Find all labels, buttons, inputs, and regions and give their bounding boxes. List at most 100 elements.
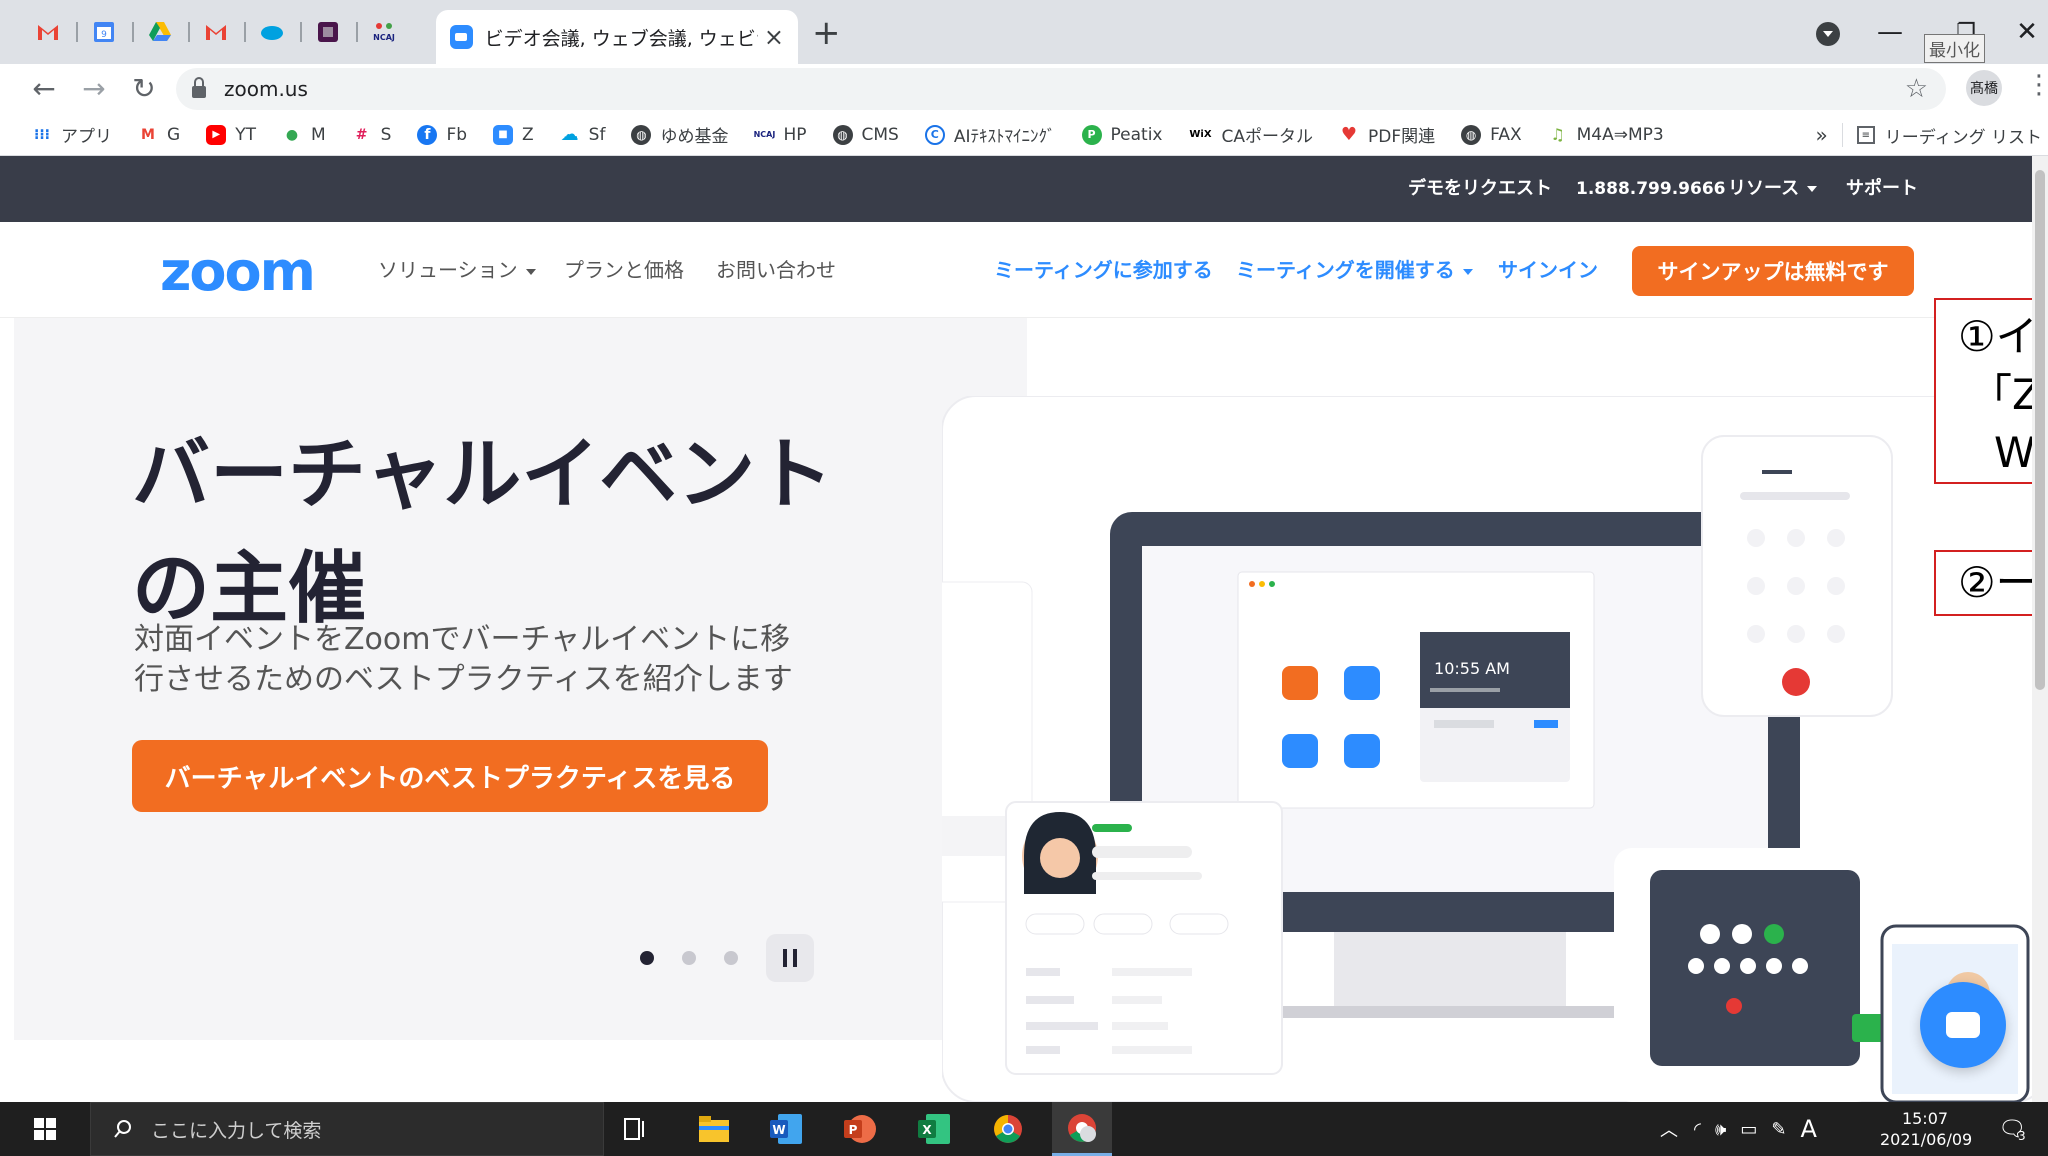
carousel-dot-active[interactable] bbox=[640, 951, 654, 965]
bookmark-item[interactable]: ▶ YT bbox=[206, 124, 256, 145]
start-button[interactable] bbox=[0, 1102, 90, 1156]
bookmark-item[interactable]: ◍ CMS bbox=[832, 124, 899, 145]
apps-icon: ⁝⁝⁝ bbox=[34, 126, 50, 143]
taskbar-search-box[interactable]: ここに入力して検索 bbox=[90, 1102, 604, 1156]
taskbar-excel[interactable]: X bbox=[904, 1102, 964, 1156]
bookmark-item[interactable]: C AIﾃｷｽﾄﾏｲﾆﾝｸﾞ bbox=[924, 122, 1056, 147]
sign-up-free-button[interactable]: サインアップは無料です bbox=[1632, 246, 1914, 296]
bookmarks-divider bbox=[1841, 123, 1843, 147]
svg-text:9: 9 bbox=[101, 30, 107, 40]
address-bar[interactable]: zoom.us ☆ bbox=[176, 68, 1946, 110]
gmail-icon bbox=[38, 25, 58, 40]
phone-number-link[interactable]: 1.888.799.9666 bbox=[1576, 156, 1726, 222]
reload-button[interactable]: ↻ bbox=[124, 68, 164, 108]
ncaj-icon: NCAJ bbox=[753, 130, 776, 139]
chevron-up-icon[interactable]: ︿ bbox=[1660, 1116, 1678, 1142]
carousel-dot[interactable] bbox=[682, 951, 696, 965]
taskbar-clock[interactable]: 15:07 2021/06/09 bbox=[1880, 1108, 1972, 1150]
task-view-button[interactable] bbox=[606, 1102, 666, 1156]
wifi-icon[interactable]: ◜ bbox=[1694, 1119, 1701, 1140]
carousel-pause-button[interactable] bbox=[766, 934, 814, 982]
bookmarks-bar: ⁝⁝⁝ アプリ MG ▶ YT ● M # S f Fb ■ Z ☁ Sf ◍ ゆめ基金 NCA… bbox=[0, 114, 2048, 156]
taskbar-word[interactable]: W bbox=[756, 1102, 816, 1156]
bookmarks-overflow: » ≡ リーディング リスト bbox=[1816, 114, 2048, 156]
sign-in-link[interactable]: サインイン bbox=[1498, 222, 1598, 318]
join-meeting-link[interactable]: ミーティングに参加する bbox=[994, 222, 1213, 318]
more-bookmarks-button[interactable]: » bbox=[1816, 123, 1828, 147]
host-meeting-label: ミーティングを開催する bbox=[1236, 258, 1455, 282]
ai-icon: C bbox=[924, 124, 945, 145]
new-tab-button[interactable]: + bbox=[812, 16, 841, 50]
heart-icon: ♥ bbox=[1340, 124, 1358, 145]
contact-link[interactable]: お問い合わせ bbox=[716, 222, 836, 318]
host-meeting-menu[interactable]: ミーティングを開催する bbox=[1236, 222, 1473, 318]
close-tab-icon[interactable]: × bbox=[764, 23, 784, 51]
ime-indicator[interactable]: A bbox=[1800, 1115, 1816, 1143]
reading-list-button[interactable]: リーディング リスト bbox=[1885, 123, 2042, 148]
bookmark-item[interactable]: f Fb bbox=[417, 124, 467, 145]
resources-menu[interactable]: リソース bbox=[1728, 156, 1818, 222]
support-link[interactable]: サポート bbox=[1846, 156, 1918, 222]
slack-icon: # bbox=[355, 126, 368, 143]
pinned-tab-calendar[interactable]: 9 bbox=[76, 12, 132, 52]
bookmark-item[interactable]: ◍ ゆめ基金 bbox=[631, 122, 728, 147]
scrollbar-thumb[interactable] bbox=[2035, 170, 2045, 690]
bookmark-item[interactable]: NCAJ HP bbox=[753, 125, 807, 145]
forward-button[interactable]: → bbox=[74, 68, 114, 108]
zoom-logo[interactable]: zoom bbox=[160, 240, 316, 303]
bookmark-item[interactable]: ♫ M4A⇒MP3 bbox=[1548, 125, 1663, 145]
chrome-icon bbox=[994, 1115, 1022, 1143]
bookmark-star-icon[interactable]: ☆ bbox=[1905, 74, 1928, 104]
notification-center-button[interactable]: 🗨 3 bbox=[1998, 1102, 2026, 1156]
page-scrollbar[interactable] bbox=[2032, 156, 2048, 1102]
taskbar-chrome[interactable] bbox=[978, 1102, 1038, 1156]
pinned-tab-ncaj[interactable]: NCAJ bbox=[356, 12, 412, 52]
taskbar-powerpoint[interactable]: P bbox=[830, 1102, 890, 1156]
pinned-tab-drive[interactable] bbox=[132, 12, 188, 52]
bookmark-item[interactable]: ◍ FAX bbox=[1461, 124, 1522, 145]
taskbar-search-placeholder: ここに入力して検索 bbox=[151, 1119, 322, 1142]
calendar-icon: 9 bbox=[94, 22, 114, 42]
pinned-tab-gmail[interactable] bbox=[20, 12, 76, 52]
salesforce-icon: ☁ bbox=[560, 124, 579, 145]
bookmark-item[interactable]: MG bbox=[138, 125, 180, 145]
best-practices-button[interactable]: バーチャルイベントのベストプラクティスを見る bbox=[132, 740, 768, 812]
desktop-screen: 9 NCAJ ビデオ会議, ウェブ会議, ウェビナー, 画面共有 - Zoom … bbox=[0, 0, 2048, 1156]
system-tray: ︿ ◜ 🕪 ▭ ✎ A bbox=[1660, 1102, 1817, 1156]
solutions-label: ソリューション bbox=[378, 258, 518, 282]
bookmark-item[interactable]: # S bbox=[352, 125, 392, 145]
minimize-button[interactable]: — bbox=[1862, 0, 1918, 64]
pinned-tab-slack-app[interactable] bbox=[300, 12, 356, 52]
audio-icon: ♫ bbox=[1550, 125, 1565, 144]
chrome-profile-icon bbox=[1068, 1113, 1096, 1142]
battery-icon[interactable]: ▭ bbox=[1740, 1119, 1757, 1140]
bookmark-item[interactable]: ⁝⁝⁝ アプリ bbox=[32, 122, 112, 148]
bookmark-item[interactable]: P Peatix bbox=[1081, 124, 1162, 145]
taskbar-chrome-profile[interactable] bbox=[1052, 1102, 1112, 1156]
pinned-tab-salesforce[interactable] bbox=[244, 12, 300, 52]
excel-icon: X bbox=[918, 1114, 950, 1144]
chevron-down-icon bbox=[1462, 268, 1473, 275]
chrome-menu-icon[interactable]: ⋮ bbox=[2026, 70, 2048, 100]
bookmark-item[interactable]: ■ Z bbox=[493, 124, 534, 145]
globe-icon: ◍ bbox=[832, 124, 853, 145]
profile-avatar[interactable]: 髙橋 bbox=[1966, 70, 2002, 106]
active-browser-tab[interactable]: ビデオ会議, ウェブ会議, ウェビナー, 画面共有 - Zoom × bbox=[436, 10, 798, 64]
pen-icon[interactable]: ✎ bbox=[1771, 1119, 1786, 1140]
bookmark-item[interactable]: WiX CAポータル bbox=[1188, 122, 1313, 147]
chat-widget-button[interactable] bbox=[1920, 982, 2006, 1068]
carousel-controls bbox=[640, 934, 814, 982]
pinned-tab-gmail-2[interactable] bbox=[188, 12, 244, 52]
solutions-menu[interactable]: ソリューション bbox=[378, 222, 536, 318]
carousel-dot[interactable] bbox=[724, 951, 738, 965]
back-button[interactable]: ← bbox=[24, 68, 64, 108]
taskbar-file-explorer[interactable] bbox=[684, 1102, 744, 1156]
plans-link[interactable]: プランと価格 bbox=[564, 222, 684, 318]
bookmark-item[interactable]: ☁ Sf bbox=[560, 124, 606, 145]
bookmark-item[interactable]: ♥ PDF関連 bbox=[1339, 122, 1435, 147]
close-window-button[interactable]: ✕ bbox=[2006, 0, 2048, 64]
volume-icon[interactable]: 🕪 bbox=[1715, 1119, 1726, 1140]
tab-search-icon[interactable] bbox=[1816, 22, 1840, 46]
bookmark-item[interactable]: ● M bbox=[282, 125, 326, 145]
request-demo-link[interactable]: デモをリクエスト bbox=[1408, 156, 1552, 222]
